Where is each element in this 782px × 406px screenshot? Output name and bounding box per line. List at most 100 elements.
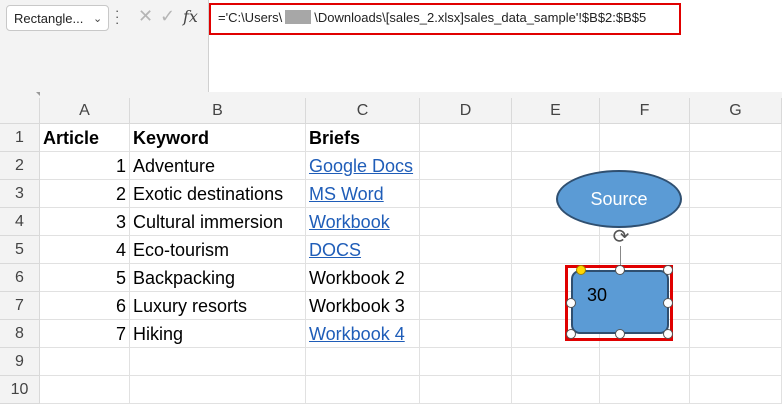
source-ellipse-shape[interactable]: Source: [556, 170, 682, 228]
hyperlink[interactable]: Workbook 4: [309, 324, 405, 344]
cell-d2[interactable]: [420, 152, 512, 180]
cell-b10[interactable]: [130, 376, 306, 404]
row-header-5[interactable]: 5: [0, 236, 40, 264]
cell-c10[interactable]: [306, 376, 420, 404]
cell-d4[interactable]: [420, 208, 512, 236]
cell-d8[interactable]: [420, 320, 512, 348]
cell-b2[interactable]: Adventure: [130, 152, 306, 180]
row-header-2[interactable]: 2: [0, 152, 40, 180]
cell-b3[interactable]: Exotic destinations: [130, 180, 306, 208]
adjust-handle[interactable]: [576, 265, 586, 275]
cell-b8[interactable]: Hiking: [130, 320, 306, 348]
hyperlink[interactable]: Google Docs: [309, 156, 413, 176]
hyperlink[interactable]: DOCS: [309, 240, 361, 260]
cell-d7[interactable]: [420, 292, 512, 320]
more-options-icon[interactable]: · · ·: [115, 4, 119, 29]
cell-d1[interactable]: [420, 124, 512, 152]
column-header-c[interactable]: C: [306, 98, 420, 124]
row-header-1[interactable]: 1: [0, 124, 40, 152]
cell-d6[interactable]: [420, 264, 512, 292]
cell-a3[interactable]: 2: [40, 180, 130, 208]
resize-handle-left[interactable]: [566, 298, 576, 308]
chevron-down-icon[interactable]: ⌄: [93, 12, 102, 25]
row-header-6[interactable]: 6: [0, 264, 40, 292]
cell-g6[interactable]: [690, 264, 782, 292]
cell-c8[interactable]: Workbook 4: [306, 320, 420, 348]
hyperlink[interactable]: MS Word: [309, 184, 384, 204]
cell-g4[interactable]: [690, 208, 782, 236]
cell-c3[interactable]: MS Word: [306, 180, 420, 208]
cell-f9[interactable]: [600, 348, 690, 376]
column-header-g[interactable]: G: [690, 98, 782, 124]
cell-b5[interactable]: Eco-tourism: [130, 236, 306, 264]
rotate-icon[interactable]: ⟳: [609, 225, 633, 249]
cell-g1[interactable]: [690, 124, 782, 152]
cell-c1[interactable]: Briefs: [306, 124, 420, 152]
row-header-9[interactable]: 9: [0, 348, 40, 376]
row-header-4[interactable]: 4: [0, 208, 40, 236]
cell-g3[interactable]: [690, 180, 782, 208]
cell-c4[interactable]: Workbook: [306, 208, 420, 236]
row-header-10[interactable]: 10: [0, 376, 40, 404]
cell-f1[interactable]: [600, 124, 690, 152]
column-header-f[interactable]: F: [600, 98, 690, 124]
cell-a9[interactable]: [40, 348, 130, 376]
column-header-a[interactable]: A: [40, 98, 130, 124]
resize-handle-top-right[interactable]: [663, 265, 673, 275]
cell-a8[interactable]: 7: [40, 320, 130, 348]
cell-f10[interactable]: [600, 376, 690, 404]
fx-icon[interactable]: fx: [183, 7, 198, 26]
cell-g8[interactable]: [690, 320, 782, 348]
column-header-b[interactable]: B: [130, 98, 306, 124]
resize-handle-icon[interactable]: [36, 92, 40, 96]
cell-text: Article: [43, 128, 100, 148]
cell-g7[interactable]: [690, 292, 782, 320]
cell-b6[interactable]: Backpacking: [130, 264, 306, 292]
name-box[interactable]: Rectangle... ⌄: [6, 5, 109, 31]
cell-e1[interactable]: [512, 124, 600, 152]
cell-c7[interactable]: Workbook 3: [306, 292, 420, 320]
cell-g2[interactable]: [690, 152, 782, 180]
x-icon[interactable]: ✕: [138, 6, 153, 27]
select-all-corner[interactable]: [0, 98, 40, 124]
hyperlink[interactable]: Workbook: [309, 212, 390, 232]
row-header-8[interactable]: 8: [0, 320, 40, 348]
cell-a6[interactable]: 5: [40, 264, 130, 292]
row-header-7[interactable]: 7: [0, 292, 40, 320]
cell-c6[interactable]: Workbook 2: [306, 264, 420, 292]
cell-e9[interactable]: [512, 348, 600, 376]
resize-handle-top[interactable]: [615, 265, 625, 275]
column-header-d[interactable]: D: [420, 98, 512, 124]
cell-b4[interactable]: Cultural immersion: [130, 208, 306, 236]
cell-g10[interactable]: [690, 376, 782, 404]
cell-a2[interactable]: 1: [40, 152, 130, 180]
cell-g5[interactable]: [690, 236, 782, 264]
resize-handle-bottom-right[interactable]: [663, 329, 673, 339]
resize-handle-bottom-left[interactable]: [566, 329, 576, 339]
cell-g9[interactable]: [690, 348, 782, 376]
cell-a5[interactable]: 4: [40, 236, 130, 264]
cell-a7[interactable]: 6: [40, 292, 130, 320]
cell-text: 4: [115, 240, 126, 260]
resize-handle-bottom[interactable]: [615, 329, 625, 339]
column-header-e[interactable]: E: [512, 98, 600, 124]
cell-b1[interactable]: Keyword: [130, 124, 306, 152]
resize-handle-right[interactable]: [663, 298, 673, 308]
cell-b7[interactable]: Luxury resorts: [130, 292, 306, 320]
cell-d9[interactable]: [420, 348, 512, 376]
cell-c5[interactable]: DOCS: [306, 236, 420, 264]
cell-a10[interactable]: [40, 376, 130, 404]
cell-a1[interactable]: Article: [40, 124, 130, 152]
cell-b9[interactable]: [130, 348, 306, 376]
row-header-3[interactable]: 3: [0, 180, 40, 208]
cell-e10[interactable]: [512, 376, 600, 404]
check-icon[interactable]: ✓: [160, 6, 175, 27]
cell-a4[interactable]: 3: [40, 208, 130, 236]
cell-d3[interactable]: [420, 180, 512, 208]
cell-text: Workbook 2: [309, 268, 405, 288]
cell-d5[interactable]: [420, 236, 512, 264]
cell-e5[interactable]: [512, 236, 600, 264]
cell-c2[interactable]: Google Docs: [306, 152, 420, 180]
cell-d10[interactable]: [420, 376, 512, 404]
cell-c9[interactable]: [306, 348, 420, 376]
